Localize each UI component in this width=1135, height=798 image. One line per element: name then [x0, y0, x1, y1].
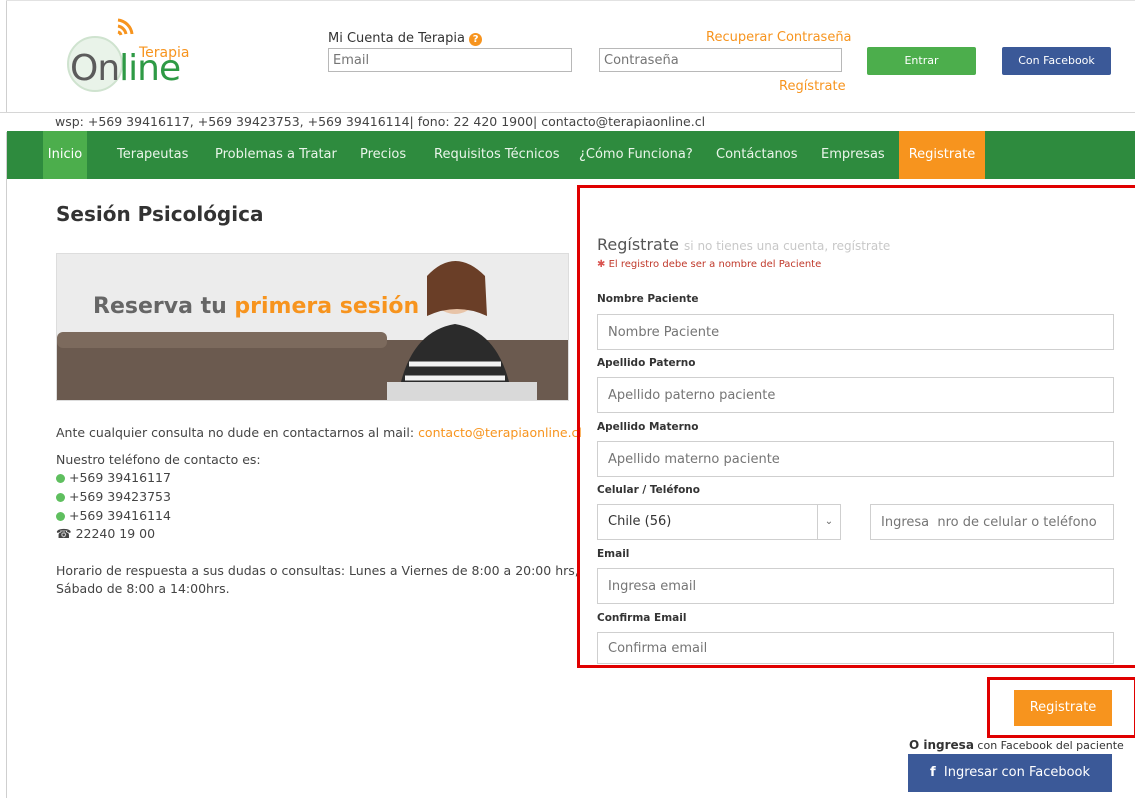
logo-line: line [119, 48, 181, 89]
header-email-input[interactable] [328, 48, 572, 72]
login-button[interactable]: Entrar [867, 47, 976, 75]
apellido-paterno-input[interactable] [597, 377, 1114, 413]
country-code-value: Chile (56) [608, 514, 672, 529]
phone-number: +569 39416117 [69, 470, 171, 485]
contact-strip-text: wsp: +569 39416117, +569 39423753, +569 … [55, 114, 706, 129]
banner-headline-b: primera sesión [234, 294, 420, 319]
apellido-materno-input[interactable] [597, 441, 1114, 477]
phone-item: +569 39423753 [56, 489, 171, 504]
facebook-register-button[interactable]: f Ingresar con Facebook [908, 754, 1112, 792]
phone-input[interactable] [870, 504, 1114, 540]
phone-item: +569 39416117 [56, 470, 171, 485]
nav-item-problemas[interactable]: Problemas a Tratar [215, 131, 337, 179]
chevron-down-icon: ⌄ [817, 505, 840, 539]
nav-item-requisitos[interactable]: Requisitos Técnicos [434, 131, 560, 179]
promo-banner[interactable]: Reserva tu primera sesión [56, 253, 569, 401]
phone-label: Celular / Teléfono [597, 484, 700, 496]
apellido-paterno-label: Apellido Paterno [597, 357, 696, 369]
nav-item-precios[interactable]: Precios [360, 131, 406, 179]
landline-item: ☎ 22240 19 00 [56, 526, 155, 541]
form-title: Regístrate si no tienes una cuenta, regí… [597, 235, 890, 254]
main-nav: Inicio Terapeutas Problemas a Tratar Pre… [7, 131, 1135, 179]
contact-email-link[interactable]: contacto@terapiaonline.cl [418, 425, 582, 440]
logo-on: On [70, 48, 120, 89]
apellido-materno-label: Apellido Materno [597, 421, 699, 433]
contact-prefix: Ante cualquier consulta no dude en conta… [56, 425, 419, 440]
hours-line-2: Sábado de 8:00 a 14:00hrs. [56, 581, 230, 596]
header-register-link[interactable]: Regístrate [779, 79, 846, 94]
country-code-select[interactable]: Chile (56) ⌄ [597, 504, 841, 540]
form-title-main: Regístrate [597, 235, 679, 254]
banner-headline-a: Reserva tu [93, 294, 235, 319]
alt-login-bold: O ingresa [909, 738, 974, 752]
help-icon[interactable]: ? [469, 33, 483, 46]
logo-wordmark: Online [70, 48, 181, 89]
form-note-text: El registro debe ser a nombre del Pacien… [608, 259, 822, 270]
nav-item-inicio[interactable]: Inicio [43, 131, 87, 179]
banner-headline: Reserva tu primera sesión [93, 294, 419, 319]
nav-item-como-funciona[interactable]: ¿Cómo Funciona? [579, 131, 693, 179]
nav-item-empresas[interactable]: Empresas [821, 131, 885, 179]
phone-number: +569 39423753 [69, 489, 171, 504]
form-note: ✱ El registro debe ser a nombre del Paci… [597, 259, 821, 270]
banner-illustration [57, 254, 568, 400]
page-title: Sesión Psicológica [56, 202, 264, 226]
contact-paragraph: Ante cualquier consulta no dude en conta… [56, 425, 582, 440]
hours-line-1: Horario de respuesta a sus dudas o consu… [56, 563, 579, 578]
facebook-icon: f [929, 765, 936, 780]
phones-title: Nuestro teléfono de contacto es: [56, 452, 261, 467]
nav-item-terapeutas[interactable]: Terapeutas [117, 131, 188, 179]
facebook-register-label: Ingresar con Facebook [943, 765, 1091, 780]
phone-item: +569 39416114 [56, 508, 171, 523]
email-label: Email [597, 548, 630, 560]
alt-login-text: O ingresa con Facebook del paciente [909, 738, 1124, 752]
email-input[interactable] [597, 568, 1114, 604]
facebook-login-button[interactable]: Con Facebook [1002, 47, 1111, 75]
account-label-text: Mi Cuenta de Terapia [328, 31, 465, 46]
contact-strip: wsp: +569 39416117, +569 39423753, +569 … [0, 112, 1135, 132]
telephone-icon: ☎ [56, 526, 72, 541]
whatsapp-icon [56, 474, 65, 483]
nombre-input[interactable] [597, 314, 1114, 350]
recover-password-link[interactable]: Recuperar Contraseña [706, 30, 852, 45]
alt-login-small: con Facebook del paciente [977, 739, 1124, 752]
whatsapp-icon [56, 493, 65, 502]
header-password-input[interactable] [599, 48, 842, 72]
nav-item-contactanos[interactable]: Contáctanos [716, 131, 798, 179]
nav-item-registrate[interactable]: Registrate [899, 131, 985, 179]
whatsapp-icon [56, 512, 65, 521]
nombre-label: Nombre Paciente [597, 293, 699, 305]
form-title-sub: si no tienes una cuenta, regístrate [684, 239, 891, 253]
phone-number: +569 39416114 [69, 508, 171, 523]
confirm-email-input[interactable] [597, 632, 1114, 664]
register-submit-button[interactable]: Registrate [1014, 690, 1112, 726]
landline-number: 22240 19 00 [75, 526, 156, 541]
confirm-email-label: Confirma Email [597, 612, 687, 624]
required-icon: ✱ [597, 259, 606, 270]
page-border-top [6, 0, 1135, 1]
account-label: Mi Cuenta de Terapia ? [328, 31, 483, 46]
